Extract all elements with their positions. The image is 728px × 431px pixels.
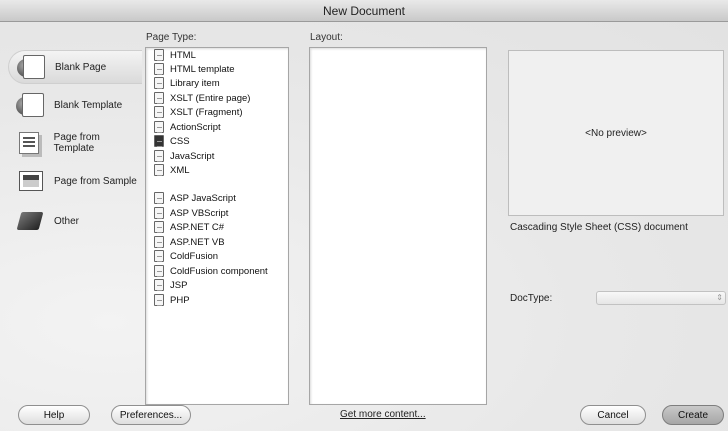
- help-button[interactable]: Help: [18, 405, 90, 425]
- page-type-item[interactable]: ColdFusion component: [154, 264, 268, 278]
- page-type-list[interactable]: HTML HTML template Library item XSLT (En…: [145, 47, 289, 405]
- page-from-sample-icon: [16, 168, 46, 194]
- document-icon: [154, 250, 164, 262]
- document-icon: [154, 135, 164, 147]
- get-more-content-link[interactable]: Get more content...: [340, 409, 426, 420]
- document-icon: [154, 121, 164, 133]
- preferences-button[interactable]: Preferences...: [111, 405, 191, 425]
- page-type-item[interactable]: ASP.NET C#: [154, 220, 224, 234]
- page-from-template-icon: [16, 130, 46, 156]
- document-icon: [154, 294, 164, 306]
- document-icon: [154, 207, 164, 219]
- page-type-item[interactable]: JavaScript: [154, 149, 214, 163]
- new-document-dialog: Blank Page Blank Template Page from Temp…: [0, 22, 728, 431]
- page-type-label: Page Type:: [146, 32, 197, 43]
- layout-list[interactable]: [309, 47, 487, 405]
- document-icon: [154, 236, 164, 248]
- blank-page-icon: [17, 54, 47, 80]
- page-type-item[interactable]: HTML: [154, 48, 196, 62]
- document-icon: [154, 49, 164, 61]
- category-label: Blank Template: [54, 99, 123, 111]
- blank-template-icon: [16, 92, 46, 118]
- document-icon: [154, 92, 164, 104]
- preview-text: <No preview>: [585, 127, 647, 139]
- doctype-label: DocType:: [510, 293, 553, 304]
- category-label: Blank Page: [55, 61, 107, 73]
- page-type-item[interactable]: ASP JavaScript: [154, 191, 236, 205]
- updown-arrows-icon: ⇕: [716, 293, 723, 302]
- page-type-item[interactable]: PHP: [154, 293, 190, 307]
- page-type-item[interactable]: Library item: [154, 76, 220, 90]
- cancel-button[interactable]: Cancel: [580, 405, 646, 425]
- page-type-item[interactable]: ColdFusion: [154, 249, 218, 263]
- category-label: Page from Sample: [54, 175, 137, 187]
- document-icon: [154, 77, 164, 89]
- document-icon: [154, 279, 164, 291]
- page-type-item[interactable]: HTML template: [154, 62, 235, 76]
- other-icon: [16, 208, 46, 234]
- window-title: New Document: [0, 0, 728, 22]
- category-page-from-sample[interactable]: Page from Sample: [8, 164, 142, 198]
- category-other[interactable]: Other: [8, 204, 142, 238]
- document-icon: [154, 106, 164, 118]
- layout-label: Layout:: [310, 32, 343, 43]
- page-type-item[interactable]: XML: [154, 163, 190, 177]
- doctype-select[interactable]: ⇕: [596, 291, 726, 305]
- document-description: Cascading Style Sheet (CSS) document: [510, 222, 688, 233]
- document-icon: [154, 192, 164, 204]
- document-icon: [154, 63, 164, 75]
- category-blank-page[interactable]: Blank Page: [8, 50, 142, 84]
- document-icon: [154, 221, 164, 233]
- create-button[interactable]: Create: [662, 405, 724, 425]
- category-blank-template[interactable]: Blank Template: [8, 88, 142, 122]
- document-icon: [154, 164, 164, 176]
- page-type-item[interactable]: XSLT (Entire page): [154, 91, 250, 105]
- document-icon: [154, 265, 164, 277]
- page-type-item[interactable]: ASP VBScript: [154, 206, 228, 220]
- page-type-item[interactable]: ASP.NET VB: [154, 235, 225, 249]
- page-type-item[interactable]: JSP: [154, 278, 187, 292]
- category-page-from-template[interactable]: Page from Template: [8, 126, 142, 160]
- category-label: Other: [54, 215, 80, 227]
- page-type-item[interactable]: ActionScript: [154, 120, 221, 134]
- preview-pane: <No preview>: [508, 50, 724, 216]
- category-label: Page from Template: [53, 132, 100, 154]
- page-type-item-selected[interactable]: CSS: [154, 134, 190, 148]
- document-icon: [154, 150, 164, 162]
- page-type-item[interactable]: XSLT (Fragment): [154, 105, 243, 119]
